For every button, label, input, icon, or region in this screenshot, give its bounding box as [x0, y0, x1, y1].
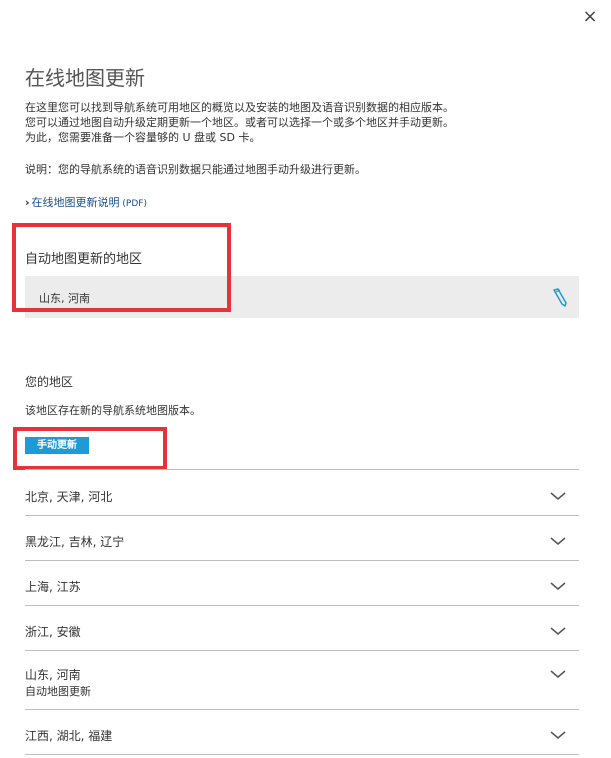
chevron-down-icon[interactable]: [549, 580, 567, 592]
region-name: 上海, 江苏: [25, 580, 81, 594]
page-title: 在线地图更新: [25, 66, 145, 90]
region-auto-update-tag: 自动地图更新: [25, 685, 91, 698]
region-row[interactable]: 江西, 湖北, 福建: [25, 710, 579, 755]
close-icon[interactable]: ×: [580, 7, 600, 27]
voice-data-note: 说明：您的导航系统的语音识别数据只能通过地图手动升级进行更新。: [25, 163, 366, 176]
region-row[interactable]: 北京, 天津, 河北: [25, 470, 579, 516]
region-row[interactable]: 浙江, 安徽: [25, 606, 579, 651]
region-name: 山东, 河南: [25, 668, 81, 682]
chevron-right-icon: ›: [25, 196, 30, 209]
region-row[interactable]: 黑龙江, 吉林, 辽宁: [25, 516, 579, 561]
your-regions-subtitle: 该地区存在新的导航系统地图版本。: [25, 404, 201, 417]
region-name: 浙江, 安徽: [25, 625, 81, 639]
description-line: 您可以通过地图自动升级定期更新一个地区。或者可以选择一个或多个地区并手动更新。: [25, 116, 454, 129]
description: 在这里您可以找到导航系统可用地区的概览以及安装的地图及语音识别数据的相应版本。 …: [25, 100, 585, 145]
region-name: 黑龙江, 吉林, 辽宁: [25, 535, 125, 549]
region-name: 北京, 天津, 河北: [25, 490, 113, 504]
description-line: 为此，您需要准备一个容量够的 U 盘或 SD 卡。: [25, 131, 261, 144]
pdf-link-suffix: (PDF): [119, 199, 147, 209]
pdf-link-label: 在线地图更新说明: [31, 196, 120, 209]
your-regions-heading: 您的地区: [25, 375, 74, 389]
description-line: 在这里您可以找到导航系统可用地区的概览以及安装的地图及语音识别数据的相应版本。: [25, 101, 454, 114]
pdf-manual-link[interactable]: › 在线地图更新说明 (PDF): [25, 194, 147, 210]
chevron-down-icon[interactable]: [549, 668, 567, 680]
region-name: 江西, 湖北, 福建: [25, 729, 113, 743]
region-row[interactable]: 上海, 江苏: [25, 561, 579, 606]
pencil-icon[interactable]: [553, 287, 567, 307]
chevron-down-icon[interactable]: [549, 490, 567, 502]
highlight-box-auto-update: [12, 223, 231, 312]
chevron-down-icon[interactable]: [549, 625, 567, 637]
region-list: 北京, 天津, 河北 黑龙江, 吉林, 辽宁 上海, 江苏 浙江, 安徽 山东,…: [25, 469, 579, 755]
highlight-box-manual-update: [13, 427, 167, 470]
chevron-down-icon[interactable]: [549, 729, 567, 741]
chevron-down-icon[interactable]: [549, 535, 567, 547]
region-row[interactable]: 山东, 河南 自动地图更新: [25, 651, 579, 710]
